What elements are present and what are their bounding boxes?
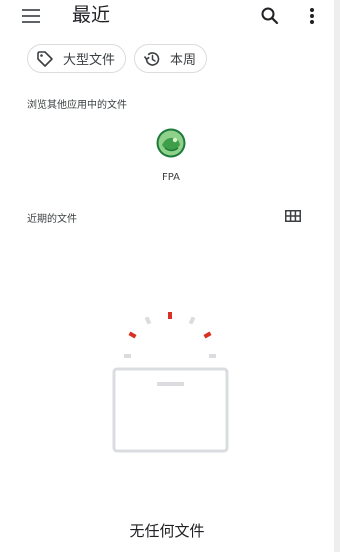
- hamburger-menu-icon: [22, 9, 40, 23]
- top-app-bar: 最近: [0, 0, 334, 32]
- grid-view-toggle[interactable]: [283, 207, 303, 225]
- label-tag-icon: [36, 49, 55, 69]
- app-label: FPA: [162, 172, 180, 183]
- fpa-app-icon: [156, 128, 186, 158]
- menu-button[interactable]: [19, 6, 43, 26]
- grid-view-icon: [285, 210, 301, 222]
- this-week-chip[interactable]: 本周: [134, 44, 207, 73]
- recent-files-screen: 最近 大型文件 本周 浏览其他应用中的文件 FPA 近期的文件 无任何文件: [0, 0, 334, 552]
- empty-folder-illustration: [112, 312, 229, 453]
- browse-other-apps-heading: 浏览其他应用中的文件: [27, 100, 127, 111]
- more-options-button[interactable]: [302, 4, 322, 28]
- search-icon: [261, 7, 279, 25]
- chip-label: 本周: [169, 53, 196, 68]
- large-files-chip[interactable]: 大型文件: [27, 44, 126, 73]
- app-shortcut-fpa[interactable]: FPA: [146, 128, 196, 183]
- chip-label: 大型文件: [62, 53, 115, 68]
- screen-edge-divider: [334, 0, 340, 552]
- empty-state-message: 无任何文件: [129, 522, 205, 540]
- recent-files-heading: 近期的文件: [27, 214, 77, 225]
- page-title: 最近: [72, 4, 111, 26]
- history-icon: [143, 49, 162, 69]
- search-button[interactable]: [258, 4, 282, 28]
- more-vert-icon: [310, 8, 314, 24]
